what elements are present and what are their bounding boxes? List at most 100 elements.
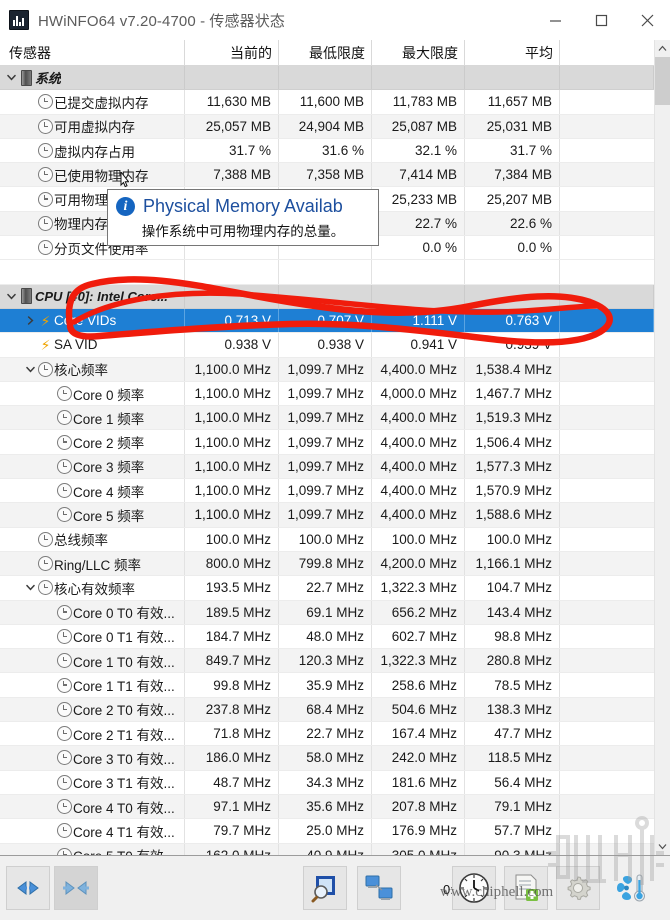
table-row[interactable]: Core 0 频率 1,100.0 MHz 1,099.7 MHz 4,000.0 M…	[0, 381, 670, 407]
table-row[interactable]: 已使用物理内存 7,388 MB 7,358 MB 7,414 MB 7,384 MB	[0, 163, 670, 188]
table-row[interactable]: 已提交虚拟内存 11,630 MB 11,600 MB 11,783 MB 11,657…	[0, 90, 670, 115]
row-name-cell[interactable]: Core 2 频率	[0, 430, 185, 454]
table-row[interactable]: Core 3 T1 有效... 48.7 MHz 34.3 MHz 181.6 MHz…	[0, 770, 670, 795]
row-name-cell[interactable]: Core 4 T1 有效...	[0, 819, 185, 843]
maximize-button[interactable]	[578, 0, 624, 40]
row-spare-cell	[560, 625, 654, 648]
table-row[interactable]: 核心频率 1,100.0 MHz 1,099.7 MHz 4,400.0 MHz 1,5…	[0, 357, 670, 382]
chevron-down-icon[interactable]	[4, 285, 18, 308]
table-header-row: 传感器 当前的 最低限度 最大限度 平均	[0, 40, 670, 66]
table-row[interactable]: Core 3 T0 有效... 186.0 MHz 58.0 MHz 242.0 MH…	[0, 746, 670, 771]
table-row[interactable]: Core 1 频率 1,100.0 MHz 1,099.7 MHz 4,400.0 M…	[0, 406, 670, 431]
row-maximum-value: 4,400.0 MHz	[372, 503, 465, 527]
sensor-graph-button[interactable]	[303, 866, 347, 910]
column-header-name[interactable]: 传感器	[0, 40, 185, 65]
table-row[interactable]: 可用虚拟内存 25,057 MB 24,904 MB 25,087 MB 25,031 …	[0, 114, 670, 139]
chevron-down-icon[interactable]	[4, 66, 18, 89]
row-name-cell[interactable]: Core 0 频率	[0, 381, 185, 406]
table-row[interactable]: Core 0 T0 有效... 189.5 MHz 69.1 MHz 656.2 MH…	[0, 600, 670, 625]
row-maximum-value: 207.8 MHz	[372, 794, 465, 819]
remote-sensors-button[interactable]	[357, 866, 401, 910]
row-spare-cell	[560, 66, 654, 90]
close-button[interactable]	[624, 0, 670, 40]
column-header-maximum[interactable]: 最大限度	[372, 40, 465, 65]
scroll-down-icon[interactable]	[655, 838, 670, 855]
row-name-cell[interactable]: Core 5 T0 有效...	[0, 843, 185, 855]
row-name-cell[interactable]: Core 4 频率	[0, 479, 185, 503]
column-header-minimum[interactable]: 最低限度	[279, 40, 372, 65]
table-row[interactable]: Core 5 频率 1,100.0 MHz 1,099.7 MHz 4,400.0 M…	[0, 503, 670, 528]
column-header-average[interactable]: 平均	[465, 40, 560, 65]
row-name-cell[interactable]: ⚡ SA VID	[0, 333, 185, 357]
table-row[interactable]: 虚拟内存占用 31.7 % 31.6 % 32.1 % 31.7 %	[0, 138, 670, 164]
row-name-cell[interactable]	[0, 260, 185, 284]
row-current-value: 97.1 MHz	[185, 794, 279, 819]
row-name-cell[interactable]: 核心有效频率	[0, 576, 185, 600]
row-name-cell[interactable]: Core 0 T1 有效...	[0, 624, 185, 649]
minimize-button[interactable]	[532, 0, 578, 40]
expand-all-button[interactable]	[6, 866, 50, 910]
table-row[interactable]: Core 5 T0 有效... 162.0 MHz40.9 MHz305.0 MH…	[0, 843, 670, 855]
row-name-cell[interactable]: 总线频率	[0, 527, 185, 551]
table-row[interactable]: Core 4 频率 1,100.0 MHz 1,099.7 MHz 4,400.0 M…	[0, 479, 670, 504]
row-name-cell[interactable]: Core 2 T0 有效...	[0, 697, 185, 722]
vertical-scrollbar[interactable]	[654, 40, 670, 855]
scrollbar-thumb[interactable]	[655, 57, 670, 105]
logging-button[interactable]	[504, 866, 548, 910]
collapse-all-button[interactable]	[54, 866, 98, 910]
row-maximum-value	[372, 66, 465, 90]
row-name-cell[interactable]: 已使用物理内存	[0, 163, 185, 187]
table-row[interactable]: ⚡ SA VID 0.938 V 0.938 V 0.941 V 0.939 V	[0, 333, 670, 358]
row-name-cell[interactable]: 已提交虚拟内存	[0, 90, 185, 114]
chevron-right-icon[interactable]	[23, 309, 37, 332]
row-name-cell[interactable]: Core 3 T1 有效...	[0, 770, 185, 794]
row-name-cell[interactable]: CPU [#0]: Intel Core...	[0, 284, 185, 308]
table-group-row[interactable]: CPU [#0]: Intel Core...	[0, 284, 670, 309]
row-name-cell[interactable]: Core 5 频率	[0, 503, 185, 527]
row-name-cell[interactable]: Core 1 T1 有效...	[0, 673, 185, 697]
table-row[interactable]: Ring/LLC 频率 800.0 MHz 799.8 MHz 4,200.0 MHz…	[0, 551, 670, 577]
table-row[interactable]: Core 4 T1 有效... 79.7 MHz 25.0 MHz 176.9 MHz…	[0, 819, 670, 844]
table-row[interactable]: ⚡ Core VIDs 0.713 V 0.707 V 1.111 V 0.763 V	[0, 308, 670, 334]
table-row[interactable]: Core 1 T1 有效... 99.8 MHz 35.9 MHz 258.6 MHz…	[0, 673, 670, 698]
row-average-value: 1,588.6 MHz	[465, 503, 560, 527]
row-name-cell[interactable]: Core 3 T0 有效...	[0, 746, 185, 770]
table-row[interactable]: Core 4 T0 有效... 97.1 MHz 35.6 MHz 207.8 MHz…	[0, 794, 670, 820]
table-row[interactable]: Core 1 T0 有效... 849.7 MHz 120.3 MHz 1,322.3…	[0, 649, 670, 674]
row-name-cell[interactable]: Core 1 T0 有效...	[0, 649, 185, 673]
reset-timer-button[interactable]	[452, 866, 496, 910]
scroll-up-icon[interactable]	[655, 40, 670, 57]
clock-icon	[56, 479, 73, 502]
table-row[interactable]: Core 2 T0 有效... 237.8 MHz 68.4 MHz 504.6 MH…	[0, 697, 670, 723]
column-header-current[interactable]: 当前的	[185, 40, 279, 65]
table-row[interactable]: 总线频率 100.0 MHz 100.0 MHz 100.0 MHz 100.0 MHz	[0, 527, 670, 552]
text-cursor-icon	[117, 170, 130, 195]
column-header-spare[interactable]	[560, 40, 654, 65]
row-label: Core VIDs	[54, 313, 117, 329]
row-name-cell[interactable]: Ring/LLC 频率	[0, 551, 185, 576]
row-name-cell[interactable]: 可用虚拟内存	[0, 114, 185, 138]
chevron-down-icon[interactable]	[23, 358, 37, 381]
table-row[interactable]: 核心有效频率 193.5 MHz 22.7 MHz 1,322.3 MHz 104.7 …	[0, 576, 670, 601]
chevron-down-icon[interactable]	[23, 576, 37, 599]
table-group-row[interactable]: 系统	[0, 66, 670, 91]
row-name-cell[interactable]: Core 4 T0 有效...	[0, 794, 185, 819]
table-row[interactable]: Core 3 频率 1,100.0 MHz 1,099.7 MHz 4,400.0 M…	[0, 454, 670, 480]
table-row[interactable]: Core 2 频率 1,100.0 MHz 1,099.7 MHz 4,400.0 M…	[0, 430, 670, 455]
table-row[interactable]: Core 0 T1 有效... 184.7 MHz 48.0 MHz 602.7 MH…	[0, 624, 670, 650]
row-name-cell[interactable]: 核心频率	[0, 357, 185, 381]
row-name-cell[interactable]: 虚拟内存占用	[0, 138, 185, 163]
row-name-cell[interactable]: Core 0 T0 有效...	[0, 600, 185, 624]
row-name-cell[interactable]: ⚡ Core VIDs	[0, 308, 185, 333]
sensor-table[interactable]: 传感器 当前的 最低限度 最大限度 平均 系统 已提交虚拟内存 11,630 MB 1…	[0, 40, 670, 855]
table-row[interactable]: Core 2 T1 有效... 71.8 MHz 22.7 MHz 167.4 MHz…	[0, 722, 670, 747]
fan-control-button[interactable]	[608, 866, 652, 910]
row-name-cell[interactable]: Core 3 频率	[0, 454, 185, 479]
settings-button[interactable]	[556, 866, 600, 910]
row-name-cell[interactable]: Core 1 频率	[0, 406, 185, 430]
row-name-cell[interactable]: Core 2 T1 有效...	[0, 722, 185, 746]
row-name-cell[interactable]: 系统	[0, 66, 185, 90]
